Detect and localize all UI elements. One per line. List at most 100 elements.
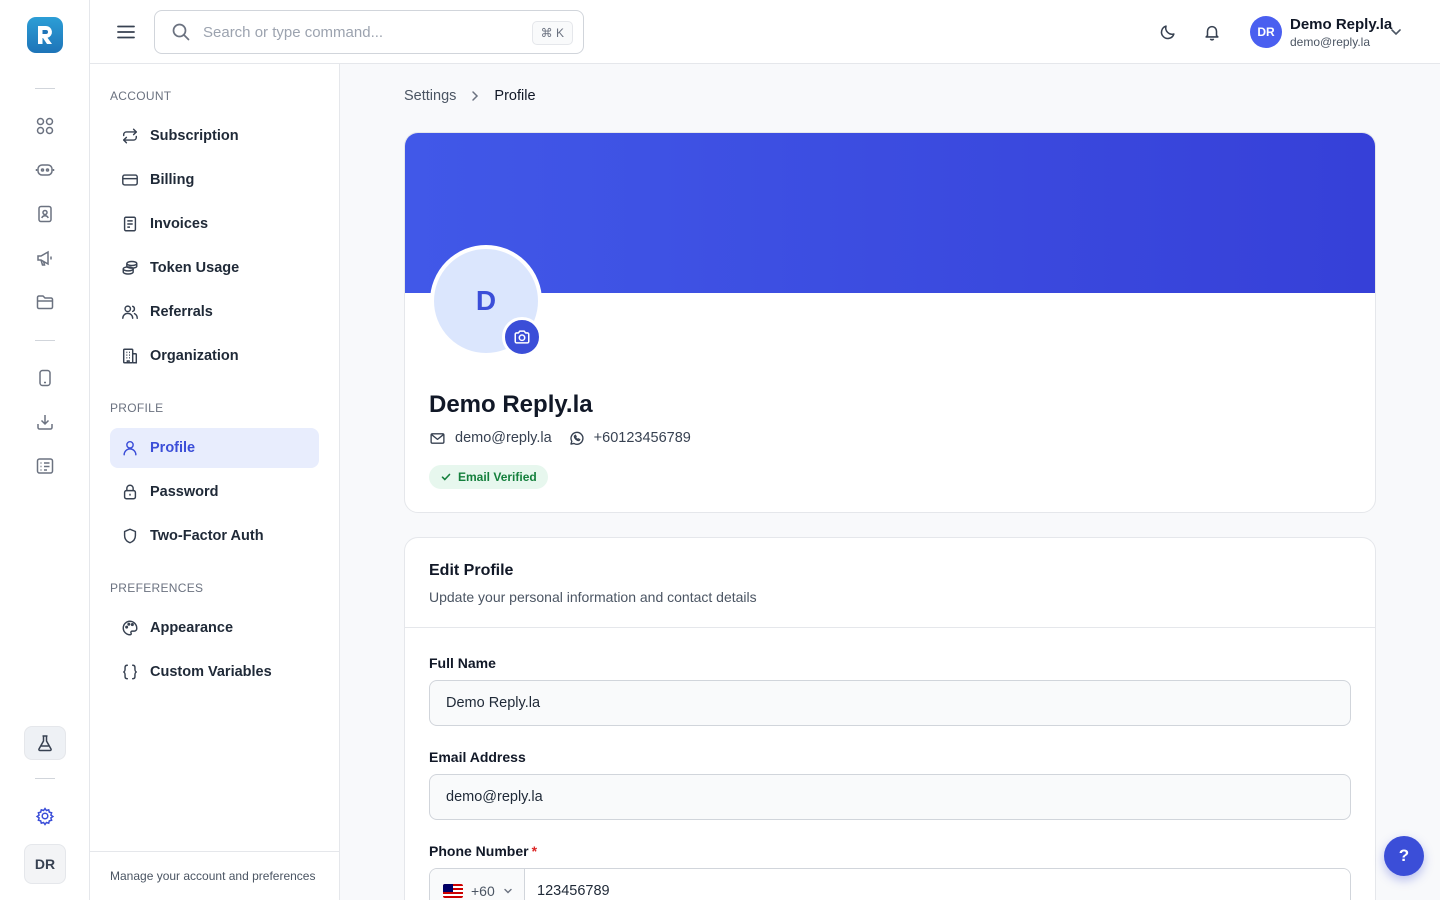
download-icon[interactable] bbox=[33, 410, 57, 434]
app-rail: DR bbox=[0, 0, 90, 900]
edit-profile-subtitle: Update your personal information and con… bbox=[429, 589, 757, 605]
breadcrumb-current: Profile bbox=[494, 88, 536, 104]
nav-item-profile[interactable]: Profile bbox=[110, 428, 319, 468]
breadcrumb-settings-link[interactable]: Settings bbox=[404, 88, 456, 104]
nav-item-label: Organization bbox=[150, 348, 239, 364]
phone-label-text: Phone Number bbox=[429, 843, 529, 859]
nav-item-label: Custom Variables bbox=[150, 664, 272, 680]
mail-icon bbox=[429, 429, 447, 447]
nav-section-profile: PROFILE bbox=[110, 401, 164, 415]
nav-item-billing[interactable]: Billing bbox=[110, 160, 319, 200]
search-box[interactable]: ⌘ K bbox=[154, 10, 584, 54]
search-shortcut: ⌘ K bbox=[531, 21, 573, 45]
email-input[interactable] bbox=[429, 774, 1351, 820]
edit-profile-title: Edit Profile bbox=[429, 562, 514, 579]
nav-section-account: ACCOUNT bbox=[110, 89, 172, 103]
user-avatar[interactable]: DR bbox=[1250, 16, 1282, 48]
invoice-icon bbox=[120, 214, 140, 234]
whatsapp-icon bbox=[568, 429, 586, 447]
bell-icon[interactable] bbox=[1200, 20, 1224, 44]
phone-field: +60 bbox=[429, 868, 1351, 900]
chevron-down-icon bbox=[501, 884, 515, 898]
user-name[interactable]: Demo Reply.la bbox=[1290, 16, 1392, 33]
settings-sidebar: ACCOUNT Subscription Billing Invoices To… bbox=[90, 64, 340, 900]
required-mark: * bbox=[531, 843, 538, 859]
lock-icon bbox=[120, 482, 140, 502]
megaphone-icon[interactable] bbox=[33, 246, 57, 270]
nav-item-label: Subscription bbox=[150, 128, 239, 144]
rail-divider bbox=[35, 778, 55, 779]
full-name-label: Full Name bbox=[429, 655, 496, 671]
shield-icon bbox=[120, 526, 140, 546]
nav-item-label: Profile bbox=[150, 440, 196, 456]
badge-label: Email Verified bbox=[458, 470, 537, 484]
nav-item-password[interactable]: Password bbox=[110, 472, 319, 512]
chevron-right-icon bbox=[468, 89, 482, 103]
building-icon bbox=[120, 346, 140, 366]
help-button[interactable]: ? bbox=[1384, 836, 1424, 876]
malaysia-flag-icon bbox=[443, 884, 463, 898]
full-name-input[interactable] bbox=[429, 680, 1351, 726]
nav-item-label: Appearance bbox=[150, 620, 234, 636]
breadcrumb: Settings Profile bbox=[404, 88, 536, 104]
profile-contact-row: demo@reply.la +60123456789 bbox=[429, 429, 691, 447]
nav-item-label: Billing bbox=[150, 172, 195, 188]
contacts-icon[interactable] bbox=[33, 202, 57, 226]
nav-item-label: Referrals bbox=[150, 304, 213, 320]
nav-item-appearance[interactable]: Appearance bbox=[110, 608, 319, 648]
credit-card-icon bbox=[120, 170, 140, 190]
profile-phone: +60123456789 bbox=[593, 430, 691, 446]
profile-card: D Demo Reply.la demo@reply.la +601234567… bbox=[404, 132, 1376, 513]
top-bar: ⌘ K DR Demo Reply.la demo@reply.la bbox=[90, 0, 1440, 64]
braces-icon bbox=[120, 662, 140, 682]
nav-item-subscription[interactable]: Subscription bbox=[110, 116, 319, 156]
camera-icon bbox=[513, 328, 531, 346]
palette-icon bbox=[120, 618, 140, 638]
nav-item-token-usage[interactable]: Token Usage bbox=[110, 248, 319, 288]
profile-name: Demo Reply.la bbox=[429, 391, 593, 418]
user-icon bbox=[120, 438, 140, 458]
nav-item-invoices[interactable]: Invoices bbox=[110, 204, 319, 244]
search-icon bbox=[171, 22, 191, 42]
search-input[interactable] bbox=[203, 21, 523, 43]
chatbot-icon[interactable] bbox=[33, 158, 57, 182]
country-code-select[interactable]: +60 bbox=[430, 869, 525, 900]
nav-item-custom-variables[interactable]: Custom Variables bbox=[110, 652, 319, 692]
users-icon bbox=[120, 302, 140, 322]
app-logo[interactable] bbox=[27, 17, 63, 53]
email-label: Email Address bbox=[429, 749, 526, 765]
profile-email: demo@reply.la bbox=[455, 430, 552, 446]
profile-banner bbox=[405, 133, 1375, 293]
nav-section-preferences: PREFERENCES bbox=[110, 581, 204, 595]
change-avatar-button[interactable] bbox=[502, 317, 542, 357]
phone-number-input[interactable] bbox=[525, 869, 1350, 900]
chevron-down-icon[interactable] bbox=[1386, 22, 1406, 42]
edit-profile-card: Edit Profile Update your personal inform… bbox=[404, 537, 1376, 900]
email-verified-badge: Email Verified bbox=[429, 465, 548, 489]
country-code: +60 bbox=[471, 883, 495, 899]
nav-footer-text: Manage your account and preferences bbox=[90, 851, 339, 900]
menu-icon[interactable] bbox=[114, 20, 138, 44]
edit-profile-divider bbox=[405, 627, 1375, 628]
rail-divider bbox=[35, 88, 55, 89]
nav-item-two-factor-auth[interactable]: Two-Factor Auth bbox=[110, 516, 319, 556]
list-check-icon[interactable] bbox=[33, 454, 57, 478]
folder-icon[interactable] bbox=[33, 290, 57, 314]
apps-grid-icon[interactable] bbox=[33, 114, 57, 138]
nav-item-label: Token Usage bbox=[150, 260, 240, 276]
rail-user-avatar[interactable]: DR bbox=[24, 844, 66, 884]
coins-icon bbox=[120, 258, 140, 278]
nav-item-label: Invoices bbox=[150, 216, 209, 232]
nav-item-organization[interactable]: Organization bbox=[110, 336, 319, 376]
rail-divider bbox=[35, 340, 55, 341]
nav-item-label: Password bbox=[150, 484, 219, 500]
moon-icon[interactable] bbox=[1156, 20, 1180, 44]
nav-item-referrals[interactable]: Referrals bbox=[110, 292, 319, 332]
phone-label: Phone Number * bbox=[429, 843, 537, 859]
user-email: demo@reply.la bbox=[1290, 35, 1370, 49]
flask-icon[interactable] bbox=[24, 726, 66, 760]
device-icon[interactable] bbox=[33, 366, 57, 390]
gear-icon[interactable] bbox=[33, 804, 57, 828]
repeat-icon bbox=[120, 126, 140, 146]
nav-item-label: Two-Factor Auth bbox=[150, 528, 264, 544]
